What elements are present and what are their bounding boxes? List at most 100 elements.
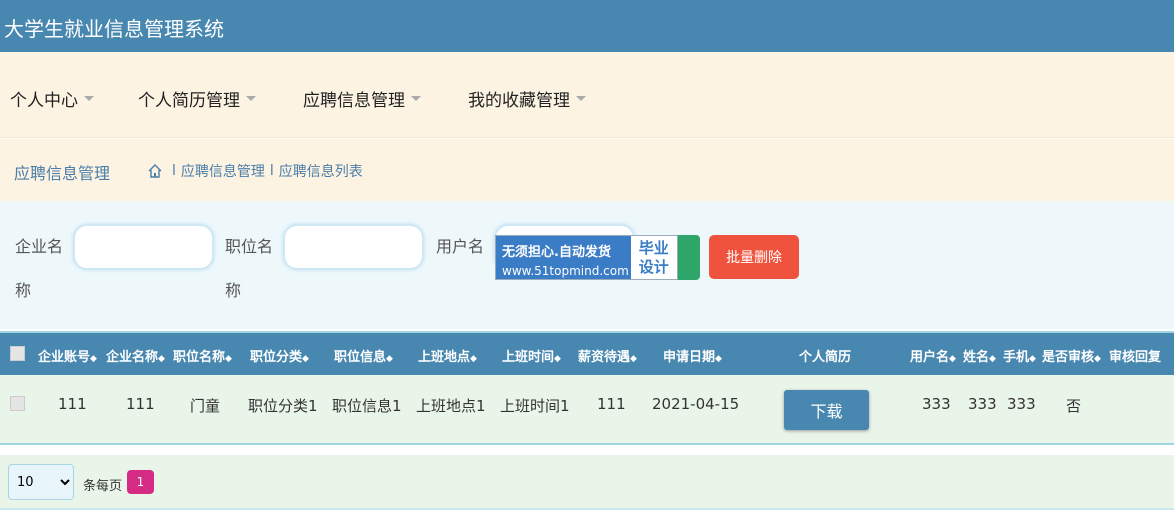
download-resume-button[interactable]: 下载 <box>784 390 869 430</box>
sort-icon: ◆ <box>1094 354 1101 364</box>
search-button[interactable] <box>678 235 700 280</box>
sort-icon: ◆ <box>630 354 637 364</box>
col-job-category[interactable]: 职位分类◆ <box>250 346 309 365</box>
nav-item-favorites[interactable]: 我的收藏管理 <box>468 86 586 111</box>
col-work-place[interactable]: 上班地点◆ <box>418 346 477 365</box>
col-label: 上班时间 <box>502 350 555 365</box>
col-username[interactable]: 用户名◆ <box>910 346 956 365</box>
ad-badge-line1: 毕业 <box>638 239 669 257</box>
col-company-name[interactable]: 企业名称◆ <box>106 346 165 365</box>
col-phone[interactable]: 手机◆ <box>1003 346 1036 365</box>
ad-banner[interactable]: 无须担心.自动发货 www.51topmind.com 毕业 设计 <box>495 235 678 280</box>
ad-line2: www.51topmind.com <box>502 264 629 278</box>
username-label: 用户名 <box>436 237 485 256</box>
cell-salary: 111 <box>597 395 626 413</box>
ad-text: 无须担心.自动发货 www.51topmind.com <box>496 236 631 279</box>
pagination-bar: 10 条每页 1 <box>0 455 1174 510</box>
cell-job-category: 职位分类1 <box>248 397 318 415</box>
col-label: 申请日期 <box>663 350 716 365</box>
sort-icon: ◆ <box>715 354 722 364</box>
col-resume: 个人简历 <box>799 350 852 365</box>
cell-apply-date: 2021-04-15 <box>652 395 740 413</box>
nav-item-personal-center[interactable]: 个人中心 <box>10 86 94 111</box>
col-reviewed[interactable]: 是否审核◆ <box>1042 346 1101 365</box>
chevron-down-icon <box>84 96 94 101</box>
chevron-down-icon <box>411 96 421 101</box>
cell-work-time: 上班时间1 <box>500 397 570 415</box>
sort-icon: ◆ <box>158 354 165 364</box>
col-job-name[interactable]: 职位名称◆ <box>173 346 232 365</box>
col-work-time[interactable]: 上班时间◆ <box>502 346 561 365</box>
col-apply-date[interactable]: 申请日期◆ <box>663 346 722 365</box>
col-label: 企业名称 <box>106 350 159 365</box>
col-label: 职位信息 <box>334 350 387 365</box>
cell-company-name: 111 <box>126 395 155 413</box>
company-name-input[interactable] <box>73 224 214 270</box>
cell-reviewed: 否 <box>1066 397 1082 415</box>
col-label: 职位分类 <box>250 350 303 365</box>
col-company-account[interactable]: 企业账号◆ <box>38 346 97 365</box>
row-checkbox[interactable] <box>10 396 25 411</box>
col-label: 手机 <box>1003 350 1030 365</box>
page-title: 应聘信息管理 <box>14 164 111 183</box>
col-label: 薪资待遇 <box>578 350 631 365</box>
ad-badge: 毕业 设计 <box>630 236 677 279</box>
nav-item-applications[interactable]: 应聘信息管理 <box>303 86 421 111</box>
batch-delete-button[interactable]: 批量删除 <box>709 235 799 279</box>
ad-line1: 无须担心.自动发货 <box>502 245 611 260</box>
breadcrumb: l 应聘信息管理 l 应聘信息列表 <box>147 161 363 181</box>
select-all-checkbox[interactable] <box>10 346 25 361</box>
nav-item-resume[interactable]: 个人简历管理 <box>138 86 256 111</box>
sort-icon: ◆ <box>554 354 561 364</box>
col-job-info[interactable]: 职位信息◆ <box>334 346 393 365</box>
col-label: 用户名 <box>910 350 950 365</box>
sort-icon: ◆ <box>1029 354 1036 364</box>
nav-label: 应聘信息管理 <box>303 91 405 111</box>
nav-label: 个人中心 <box>10 91 78 111</box>
table-header: 企业账号◆ 企业名称◆ 职位名称◆ 职位分类◆ 职位信息◆ 上班地点◆ 上班时间… <box>0 333 1174 375</box>
home-icon[interactable] <box>147 163 163 179</box>
breadcrumb-bar: 应聘信息管理 l 应聘信息管理 l 应聘信息列表 <box>0 139 1174 201</box>
sort-icon: ◆ <box>386 354 393 364</box>
col-label: 企业账号 <box>38 350 91 365</box>
col-reply: 审核回复 <box>1109 350 1162 365</box>
cell-username: 333 <box>922 395 951 413</box>
cell-name: 333 <box>968 395 997 413</box>
col-label: 上班地点 <box>418 350 471 365</box>
cell-company-account: 111 <box>58 395 87 413</box>
col-label: 是否审核 <box>1042 350 1095 365</box>
page-number-1[interactable]: 1 <box>127 470 154 494</box>
sort-icon: ◆ <box>949 354 956 364</box>
sort-icon: ◆ <box>302 354 309 364</box>
page-size-select[interactable]: 10 <box>8 464 74 500</box>
chevron-down-icon <box>576 96 586 101</box>
sort-icon: ◆ <box>90 354 97 364</box>
sort-icon: ◆ <box>989 354 996 364</box>
col-label: 姓名 <box>963 350 990 365</box>
chevron-down-icon <box>246 96 256 101</box>
app-header: 大学生就业信息管理系统 <box>0 0 1174 52</box>
cell-work-place: 上班地点1 <box>416 397 486 415</box>
breadcrumb-item[interactable]: 应聘信息管理 <box>181 161 265 181</box>
cell-job-info: 职位信息1 <box>332 397 402 415</box>
cell-phone: 333 <box>1007 395 1036 413</box>
company-name-label: 企业名称 <box>15 237 64 300</box>
nav-label: 个人简历管理 <box>138 91 240 111</box>
applications-table: 企业账号◆ 企业名称◆ 职位名称◆ 职位分类◆ 职位信息◆ 上班地点◆ 上班时间… <box>0 331 1174 445</box>
breadcrumb-item: 应聘信息列表 <box>278 164 363 180</box>
nav-label: 我的收藏管理 <box>468 91 570 111</box>
sort-icon: ◆ <box>225 354 232 364</box>
per-page-text: 条每页 <box>83 479 123 494</box>
job-name-label: 职位名称 <box>225 237 274 300</box>
cell-job-name: 门童 <box>190 397 221 415</box>
col-label: 职位名称 <box>173 350 226 365</box>
col-name[interactable]: 姓名◆ <box>963 346 996 365</box>
col-salary[interactable]: 薪资待遇◆ <box>578 346 637 365</box>
breadcrumb-separator: l <box>269 163 274 179</box>
breadcrumb-separator: l <box>172 163 176 179</box>
job-name-input[interactable] <box>283 224 424 270</box>
app-title: 大学生就业信息管理系统 <box>4 17 224 41</box>
ad-badge-line2: 设计 <box>638 258 669 276</box>
top-nav: 个人中心 个人简历管理 应聘信息管理 我的收藏管理 <box>0 52 1174 138</box>
sort-icon: ◆ <box>470 354 477 364</box>
